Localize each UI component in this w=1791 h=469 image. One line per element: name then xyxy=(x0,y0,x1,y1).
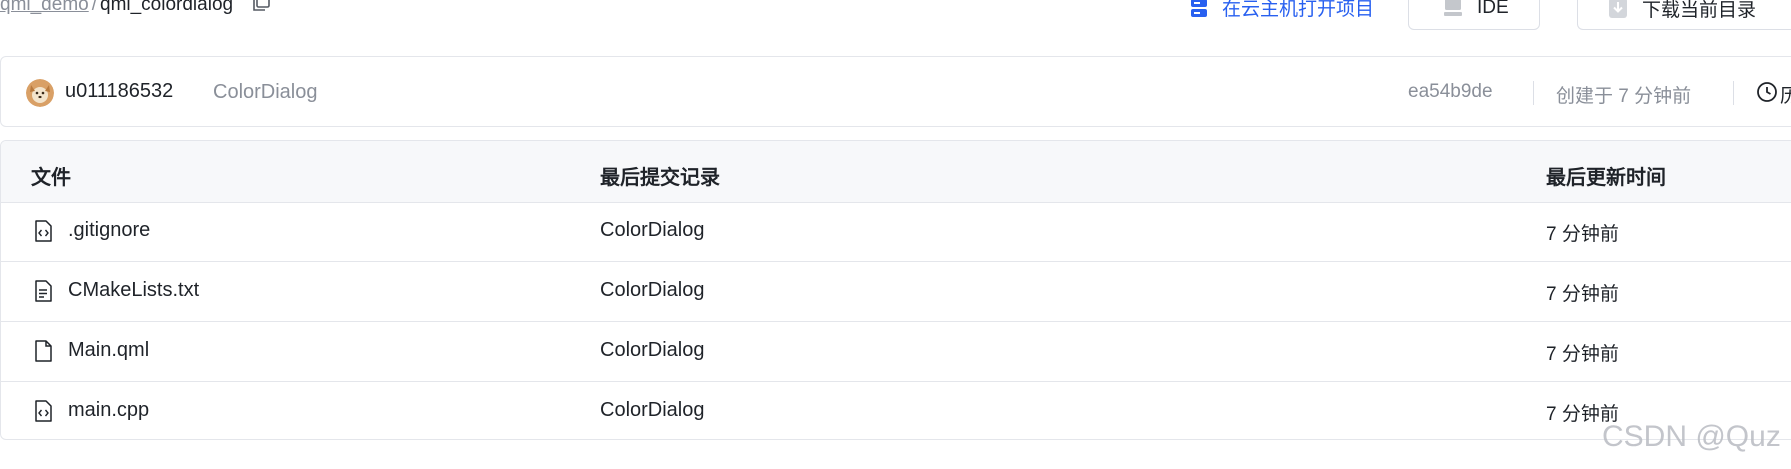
clock-icon[interactable] xyxy=(1756,81,1778,103)
column-header-last-updated: 最后更新时间 xyxy=(1546,167,1666,189)
file-name-link[interactable]: main.cpp xyxy=(68,399,149,422)
ide-button[interactable]: IDE xyxy=(1408,0,1540,30)
download-icon xyxy=(1609,0,1627,18)
avatar[interactable] xyxy=(26,79,54,107)
file-icon xyxy=(35,340,52,362)
code-file-icon xyxy=(35,400,52,422)
ide-button-label: IDE xyxy=(1477,0,1509,18)
table-row[interactable]: Main.qml ColorDialog 7 分钟前 xyxy=(1,322,1791,382)
table-row[interactable]: .gitignore ColorDialog 7 分钟前 xyxy=(1,202,1791,262)
computer-icon xyxy=(1444,0,1462,16)
divider xyxy=(1733,81,1734,105)
divider xyxy=(1533,81,1534,105)
open-in-cloud-host-link[interactable]: 在云主机打开项目 xyxy=(1190,0,1374,21)
file-updated-time: 7 分钟前 xyxy=(1546,224,1619,245)
commit-message-link[interactable]: ColorDialog xyxy=(213,81,318,104)
file-table: 文件 最后提交记录 最后更新时间 .gitignore ColorDialog … xyxy=(0,140,1791,440)
table-row[interactable]: CMakeLists.txt ColorDialog 7 分钟前 xyxy=(1,262,1791,322)
download-directory-button[interactable]: 下载当前目录 xyxy=(1577,0,1791,30)
file-updated-time: 7 分钟前 xyxy=(1546,344,1619,365)
text-file-icon xyxy=(35,280,52,302)
top-bar: qml_demo / qml_colordialog 在云主机打开项目 IDE xyxy=(0,0,1791,40)
table-row[interactable]: main.cpp ColorDialog 7 分钟前 xyxy=(1,382,1791,439)
breadcrumb: qml_demo / qml_colordialog xyxy=(0,0,271,16)
commit-created-time: 创建于 7 分钟前 xyxy=(1556,86,1692,107)
file-commit-message[interactable]: ColorDialog xyxy=(600,219,705,242)
table-header: 文件 最后提交记录 最后更新时间 xyxy=(1,141,1791,203)
file-name-link[interactable]: CMakeLists.txt xyxy=(68,279,199,302)
file-commit-message[interactable]: ColorDialog xyxy=(600,399,705,422)
column-header-file: 文件 xyxy=(31,167,71,189)
file-commit-message[interactable]: ColorDialog xyxy=(600,279,705,302)
download-directory-label: 下载当前目录 xyxy=(1642,0,1757,21)
breadcrumb-current-dir: qml_colordialog xyxy=(100,0,234,15)
column-header-last-commit: 最后提交记录 xyxy=(600,167,720,189)
file-commit-message[interactable]: ColorDialog xyxy=(600,339,705,362)
file-name-link[interactable]: .gitignore xyxy=(68,219,150,242)
commit-hash-link[interactable]: ea54b9de xyxy=(1408,81,1493,103)
open-in-cloud-host-label: 在云主机打开项目 xyxy=(1222,0,1375,20)
last-commit-bar: u011186532 ColorDialog ea54b9de 创建于 7 分钟… xyxy=(0,56,1791,127)
file-name-link[interactable]: Main.qml xyxy=(68,339,149,362)
code-file-icon xyxy=(35,220,52,242)
copy-icon[interactable] xyxy=(251,0,271,13)
commit-author-link[interactable]: u011186532 xyxy=(65,80,173,103)
server-icon xyxy=(1191,0,1207,17)
file-updated-time: 7 分钟前 xyxy=(1546,284,1619,305)
history-link-label[interactable]: 历 xyxy=(1780,81,1791,108)
breadcrumb-separator: / xyxy=(91,0,97,15)
breadcrumb-repo-link[interactable]: qml_demo xyxy=(0,0,89,16)
watermark: CSDN @Quz xyxy=(1602,420,1781,453)
